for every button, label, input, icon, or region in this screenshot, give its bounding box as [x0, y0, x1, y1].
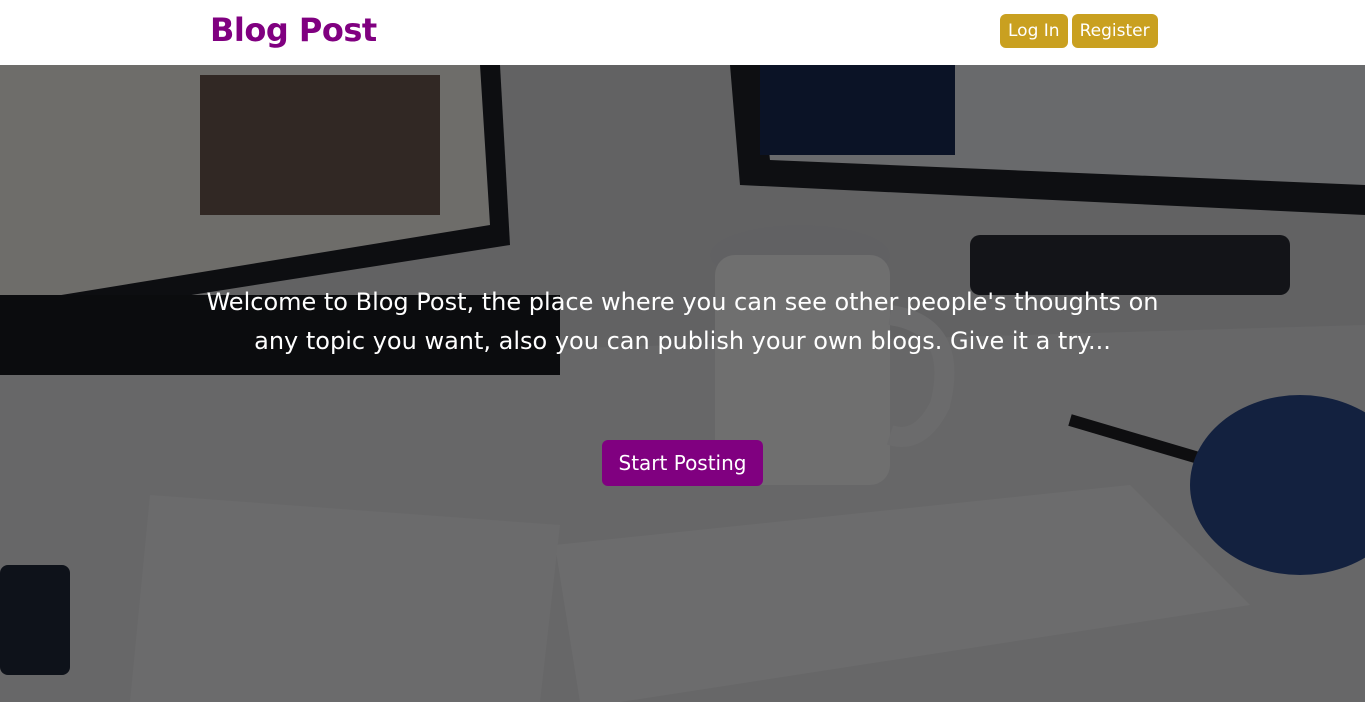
register-button[interactable]: Register: [1071, 14, 1158, 48]
start-posting-button[interactable]: Start Posting: [602, 440, 763, 486]
login-button[interactable]: Log In: [1000, 14, 1068, 48]
hero-overlay: [0, 65, 1365, 702]
hero-message: Welcome to Blog Post, the place where yo…: [206, 288, 1159, 355]
hero-section: Welcome to Blog Post, the place where yo…: [0, 65, 1365, 702]
navbar: Blog Post Log In Register: [0, 0, 1365, 65]
nav-buttons: Log In Register: [1000, 14, 1158, 48]
brand-logo[interactable]: Blog Post: [210, 10, 377, 50]
